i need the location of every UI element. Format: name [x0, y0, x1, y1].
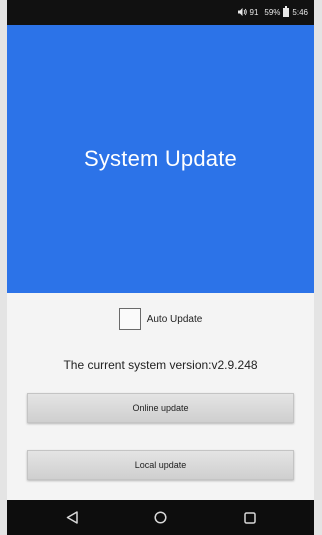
- header-banner: System Update: [7, 25, 314, 293]
- status-bar: 91 59% 5:46: [7, 0, 314, 25]
- navigation-bar: [7, 500, 314, 535]
- version-text: The current system version:v2.9.248: [63, 358, 258, 372]
- battery-indicator: 59% 5:46: [264, 6, 308, 17]
- local-update-button[interactable]: Local update: [27, 450, 294, 480]
- page-title: System Update: [83, 146, 237, 171]
- battery-icon: [283, 6, 290, 17]
- auto-update-checkbox[interactable]: [118, 308, 141, 330]
- recents-square-icon[interactable]: [239, 507, 261, 529]
- clock: 5:46: [292, 8, 308, 17]
- signal-indicator: 91: [237, 7, 259, 18]
- frame-right: [314, 0, 322, 535]
- signal-text: 91: [249, 8, 259, 17]
- online-update-button[interactable]: Online update: [27, 393, 294, 423]
- frame-left: [0, 0, 7, 535]
- volume-icon: [237, 7, 247, 18]
- update-panel: Auto Update The current system version:v…: [7, 293, 314, 500]
- battery-text: 59%: [264, 8, 281, 17]
- auto-update-row[interactable]: Auto Update: [7, 308, 314, 330]
- home-circle-icon[interactable]: [150, 507, 172, 529]
- back-triangle-icon[interactable]: [61, 507, 83, 529]
- auto-update-label: Auto Update: [146, 313, 203, 325]
